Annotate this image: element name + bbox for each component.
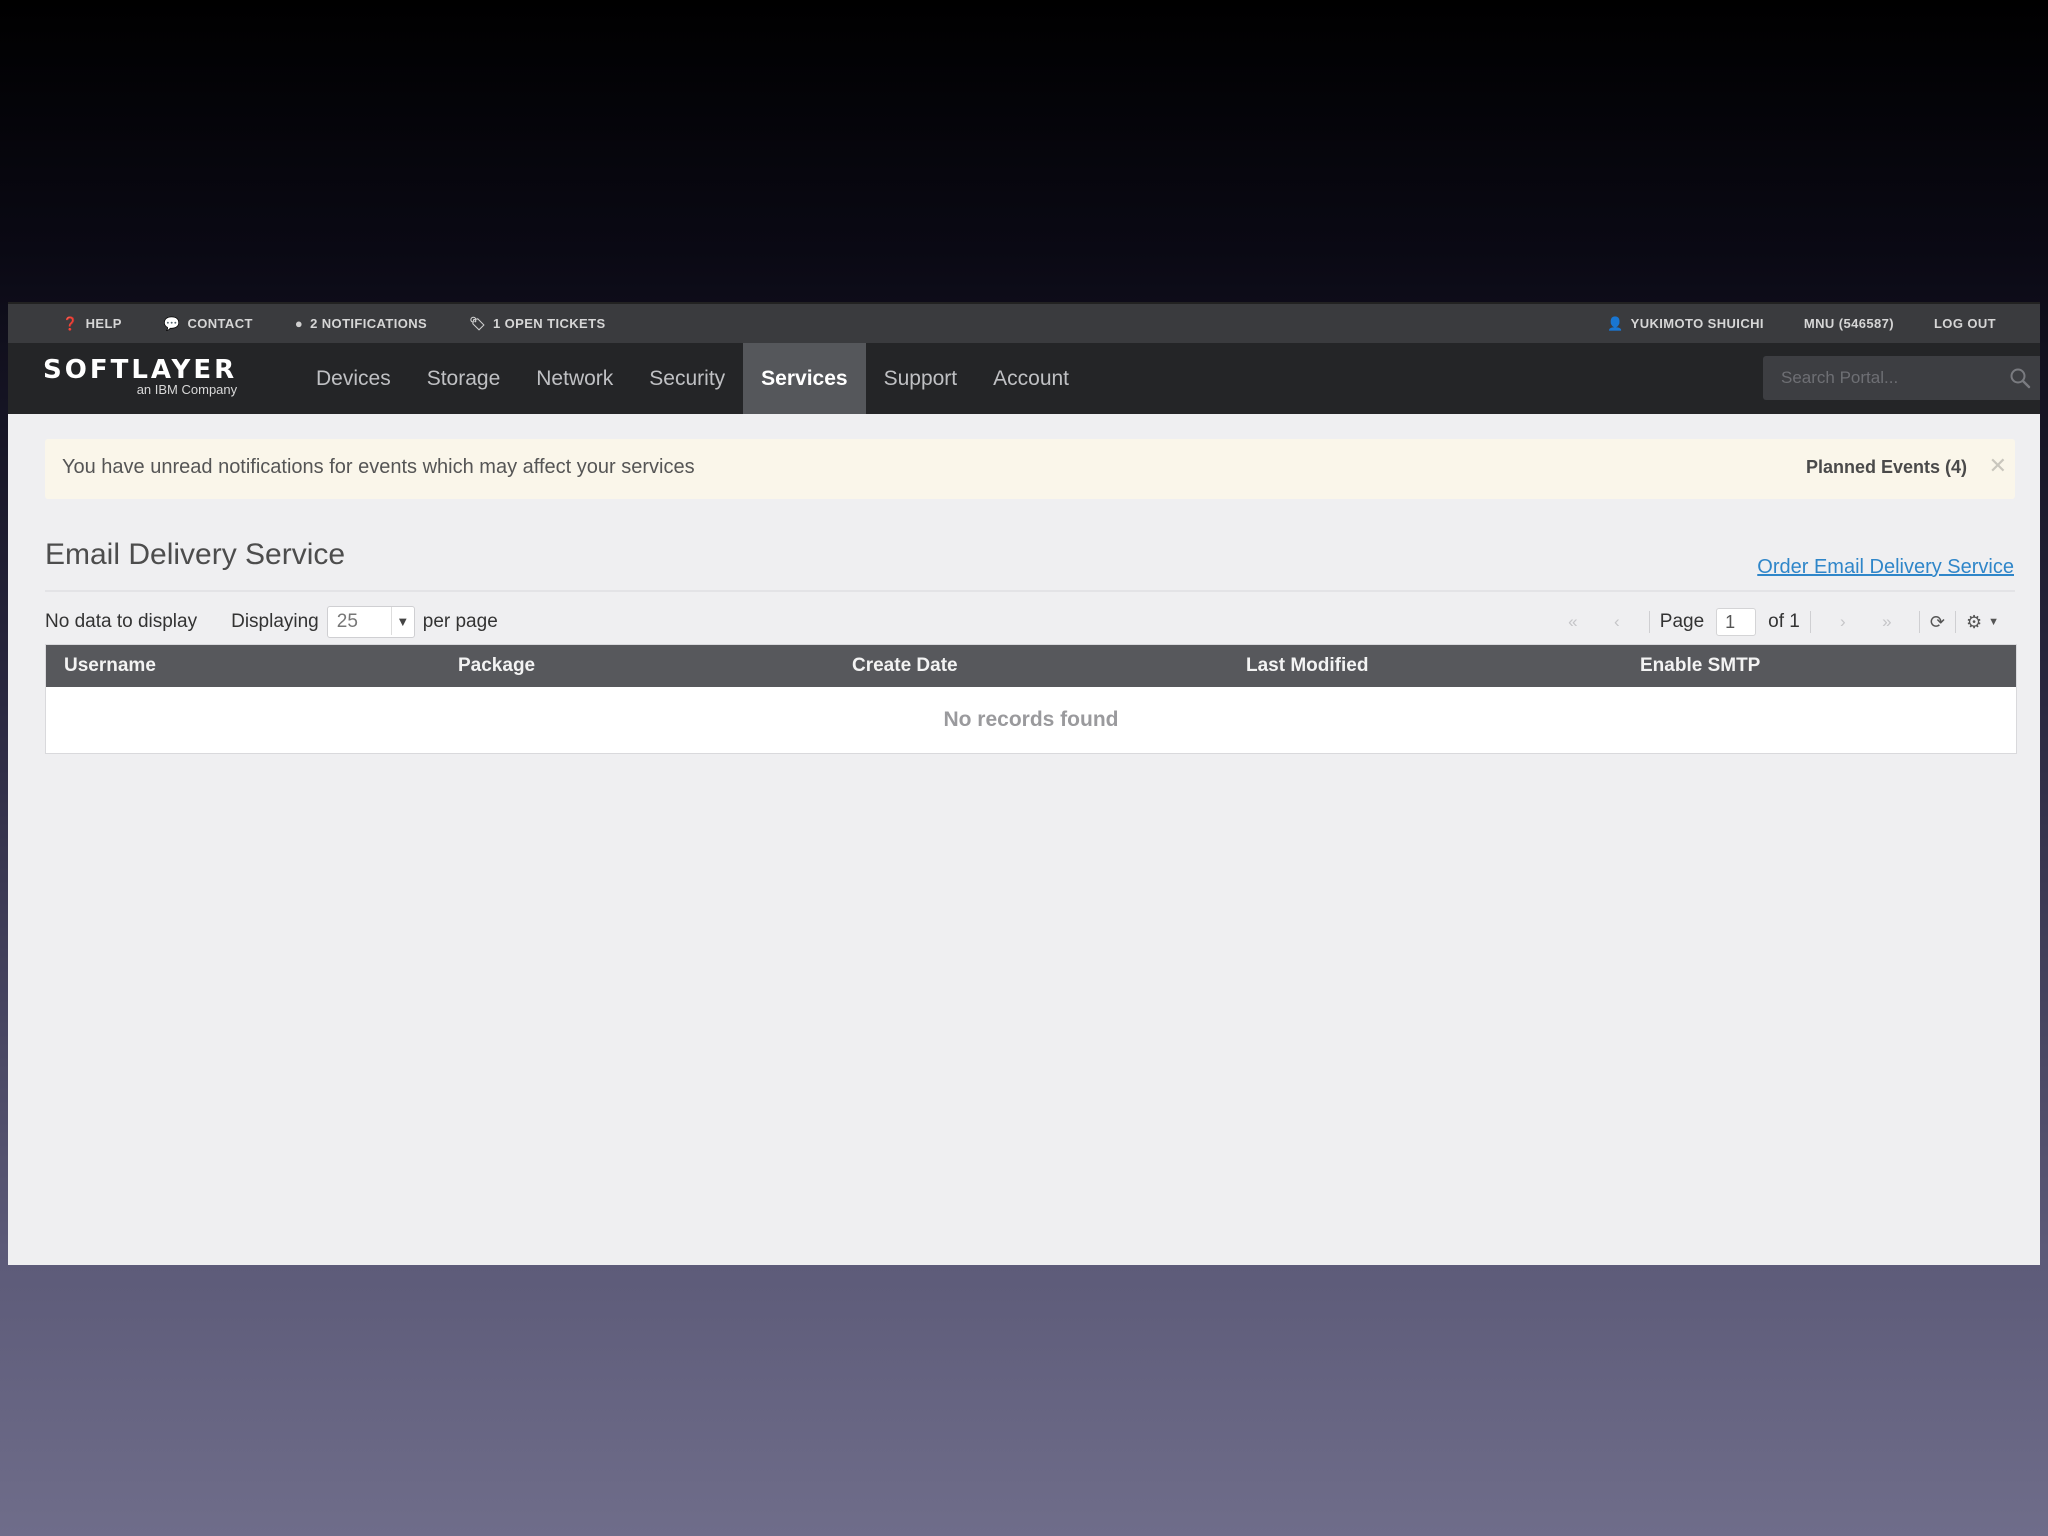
displaying-label: Displaying — [231, 611, 319, 632]
separator — [1809, 611, 1811, 633]
column-username[interactable]: Username — [46, 645, 440, 687]
tab-devices[interactable]: Devices — [298, 343, 409, 414]
ticket-icon: 🏷 — [469, 315, 487, 331]
divider — [45, 590, 2015, 592]
separator — [1954, 611, 1956, 633]
per-page-label: per page — [422, 611, 498, 632]
account-id: MNU (546587) — [1803, 316, 1894, 331]
page-title: Email Delivery Service — [45, 538, 346, 571]
softlayer-logo[interactable]: SOFTLAYER an IBM Company — [43, 357, 237, 397]
search-icon[interactable] — [2008, 366, 2032, 390]
last-page-icon[interactable]: » — [1865, 612, 1909, 632]
page-count-label: of 1 — [1768, 611, 1800, 632]
account-link[interactable]: MNU (546587) — [1804, 316, 1894, 331]
tab-account[interactable]: Account — [975, 343, 1087, 414]
tab-services[interactable]: Services — [743, 343, 866, 414]
help-link[interactable]: ❓ HELP — [62, 316, 122, 332]
separator — [1648, 611, 1650, 633]
alert-message: You have unread notifications for events… — [62, 456, 695, 478]
column-enable-smtp[interactable]: Enable SMTP — [1622, 645, 2016, 687]
column-create-date[interactable]: Create Date — [834, 645, 1228, 687]
notification-alert: You have unread notifications for events… — [45, 439, 2015, 499]
empty-table-message: No records found — [943, 708, 1119, 731]
close-icon[interactable]: ✕ — [1989, 453, 2007, 479]
separator — [1918, 611, 1920, 633]
tab-network[interactable]: Network — [518, 343, 631, 414]
pagination: « ‹ Page 1 of 1 › » ⟳ ⚙ ▼ — [1551, 602, 1999, 642]
help-icon: ❓ — [62, 315, 79, 331]
column-package[interactable]: Package — [440, 645, 834, 687]
refresh-icon[interactable]: ⟳ — [1930, 612, 1945, 633]
toolbar-left: No data to display Displaying 25 ▼ per p… — [45, 602, 498, 642]
search-box — [1763, 356, 2040, 400]
prev-page-icon[interactable]: ‹ — [1595, 612, 1639, 632]
page-input[interactable]: 1 — [1716, 608, 1757, 636]
utility-links: ❓ HELP 💬 CONTACT ● 2 NOTIFICATIONS 🏷 1 O… — [62, 304, 648, 343]
logo-text: SOFTLAYER — [43, 355, 238, 385]
first-page-icon[interactable]: « — [1551, 612, 1595, 632]
notifications-link[interactable]: ● 2 NOTIFICATIONS — [295, 316, 427, 331]
table-header: Username Package Create Date Last Modifi… — [46, 645, 2016, 687]
order-email-delivery-link[interactable]: Order Email Delivery Service — [1757, 556, 2014, 579]
user-links: 👤 YUKIMOTO SHUICHI MNU (546587) LOG OUT — [1567, 304, 1996, 343]
chevron-down-icon: ▼ — [390, 607, 414, 635]
utility-bar: ❓ HELP 💬 CONTACT ● 2 NOTIFICATIONS 🏷 1 O… — [8, 302, 2040, 343]
email-delivery-table: Username Package Create Date Last Modifi… — [45, 644, 2017, 754]
page-label: Page — [1659, 611, 1705, 632]
help-label: HELP — [85, 316, 122, 331]
tab-security[interactable]: Security — [631, 343, 743, 414]
user-name: YUKIMOTO SHUICHI — [1630, 316, 1764, 331]
column-last-modified[interactable]: Last Modified — [1228, 645, 1622, 687]
tab-storage[interactable]: Storage — [409, 343, 519, 414]
table-toolbar: No data to display Displaying 25 ▼ per p… — [45, 602, 2015, 642]
caret-down-icon[interactable]: ▼ — [1988, 616, 1999, 628]
planned-events-link[interactable]: Planned Events (4) — [1806, 457, 1967, 478]
notifications-label: 2 NOTIFICATIONS — [310, 316, 428, 331]
logout-link[interactable]: LOG OUT — [1934, 316, 1996, 331]
main-nav: SOFTLAYER an IBM Company Devices Storage… — [8, 343, 2040, 414]
notification-icon: ● — [294, 316, 304, 331]
contact-icon: 💬 — [163, 315, 181, 331]
open-tickets-link[interactable]: 🏷 1 OPEN TICKETS — [469, 316, 605, 332]
next-page-icon[interactable]: › — [1821, 612, 1865, 632]
open-tickets-label: 1 OPEN TICKETS — [493, 316, 606, 331]
contact-label: CONTACT — [187, 316, 253, 331]
user-icon: 👤 — [1607, 315, 1624, 331]
portal-window: ❓ HELP 💬 CONTACT ● 2 NOTIFICATIONS 🏷 1 O… — [8, 302, 2040, 1265]
logout-label: LOG OUT — [1933, 316, 1996, 331]
search-input[interactable] — [1779, 367, 2003, 389]
user-link[interactable]: 👤 YUKIMOTO SHUICHI — [1607, 316, 1764, 332]
gear-icon[interactable]: ⚙ — [1966, 612, 1982, 633]
no-data-label: No data to display — [45, 611, 198, 632]
per-page-select[interactable]: 25 ▼ — [326, 606, 415, 638]
per-page-value: 25 — [336, 611, 358, 632]
tab-support[interactable]: Support — [866, 343, 976, 414]
contact-link[interactable]: 💬 CONTACT — [164, 316, 253, 332]
nav-tabs: Devices Storage Network Security Service… — [298, 343, 1087, 414]
